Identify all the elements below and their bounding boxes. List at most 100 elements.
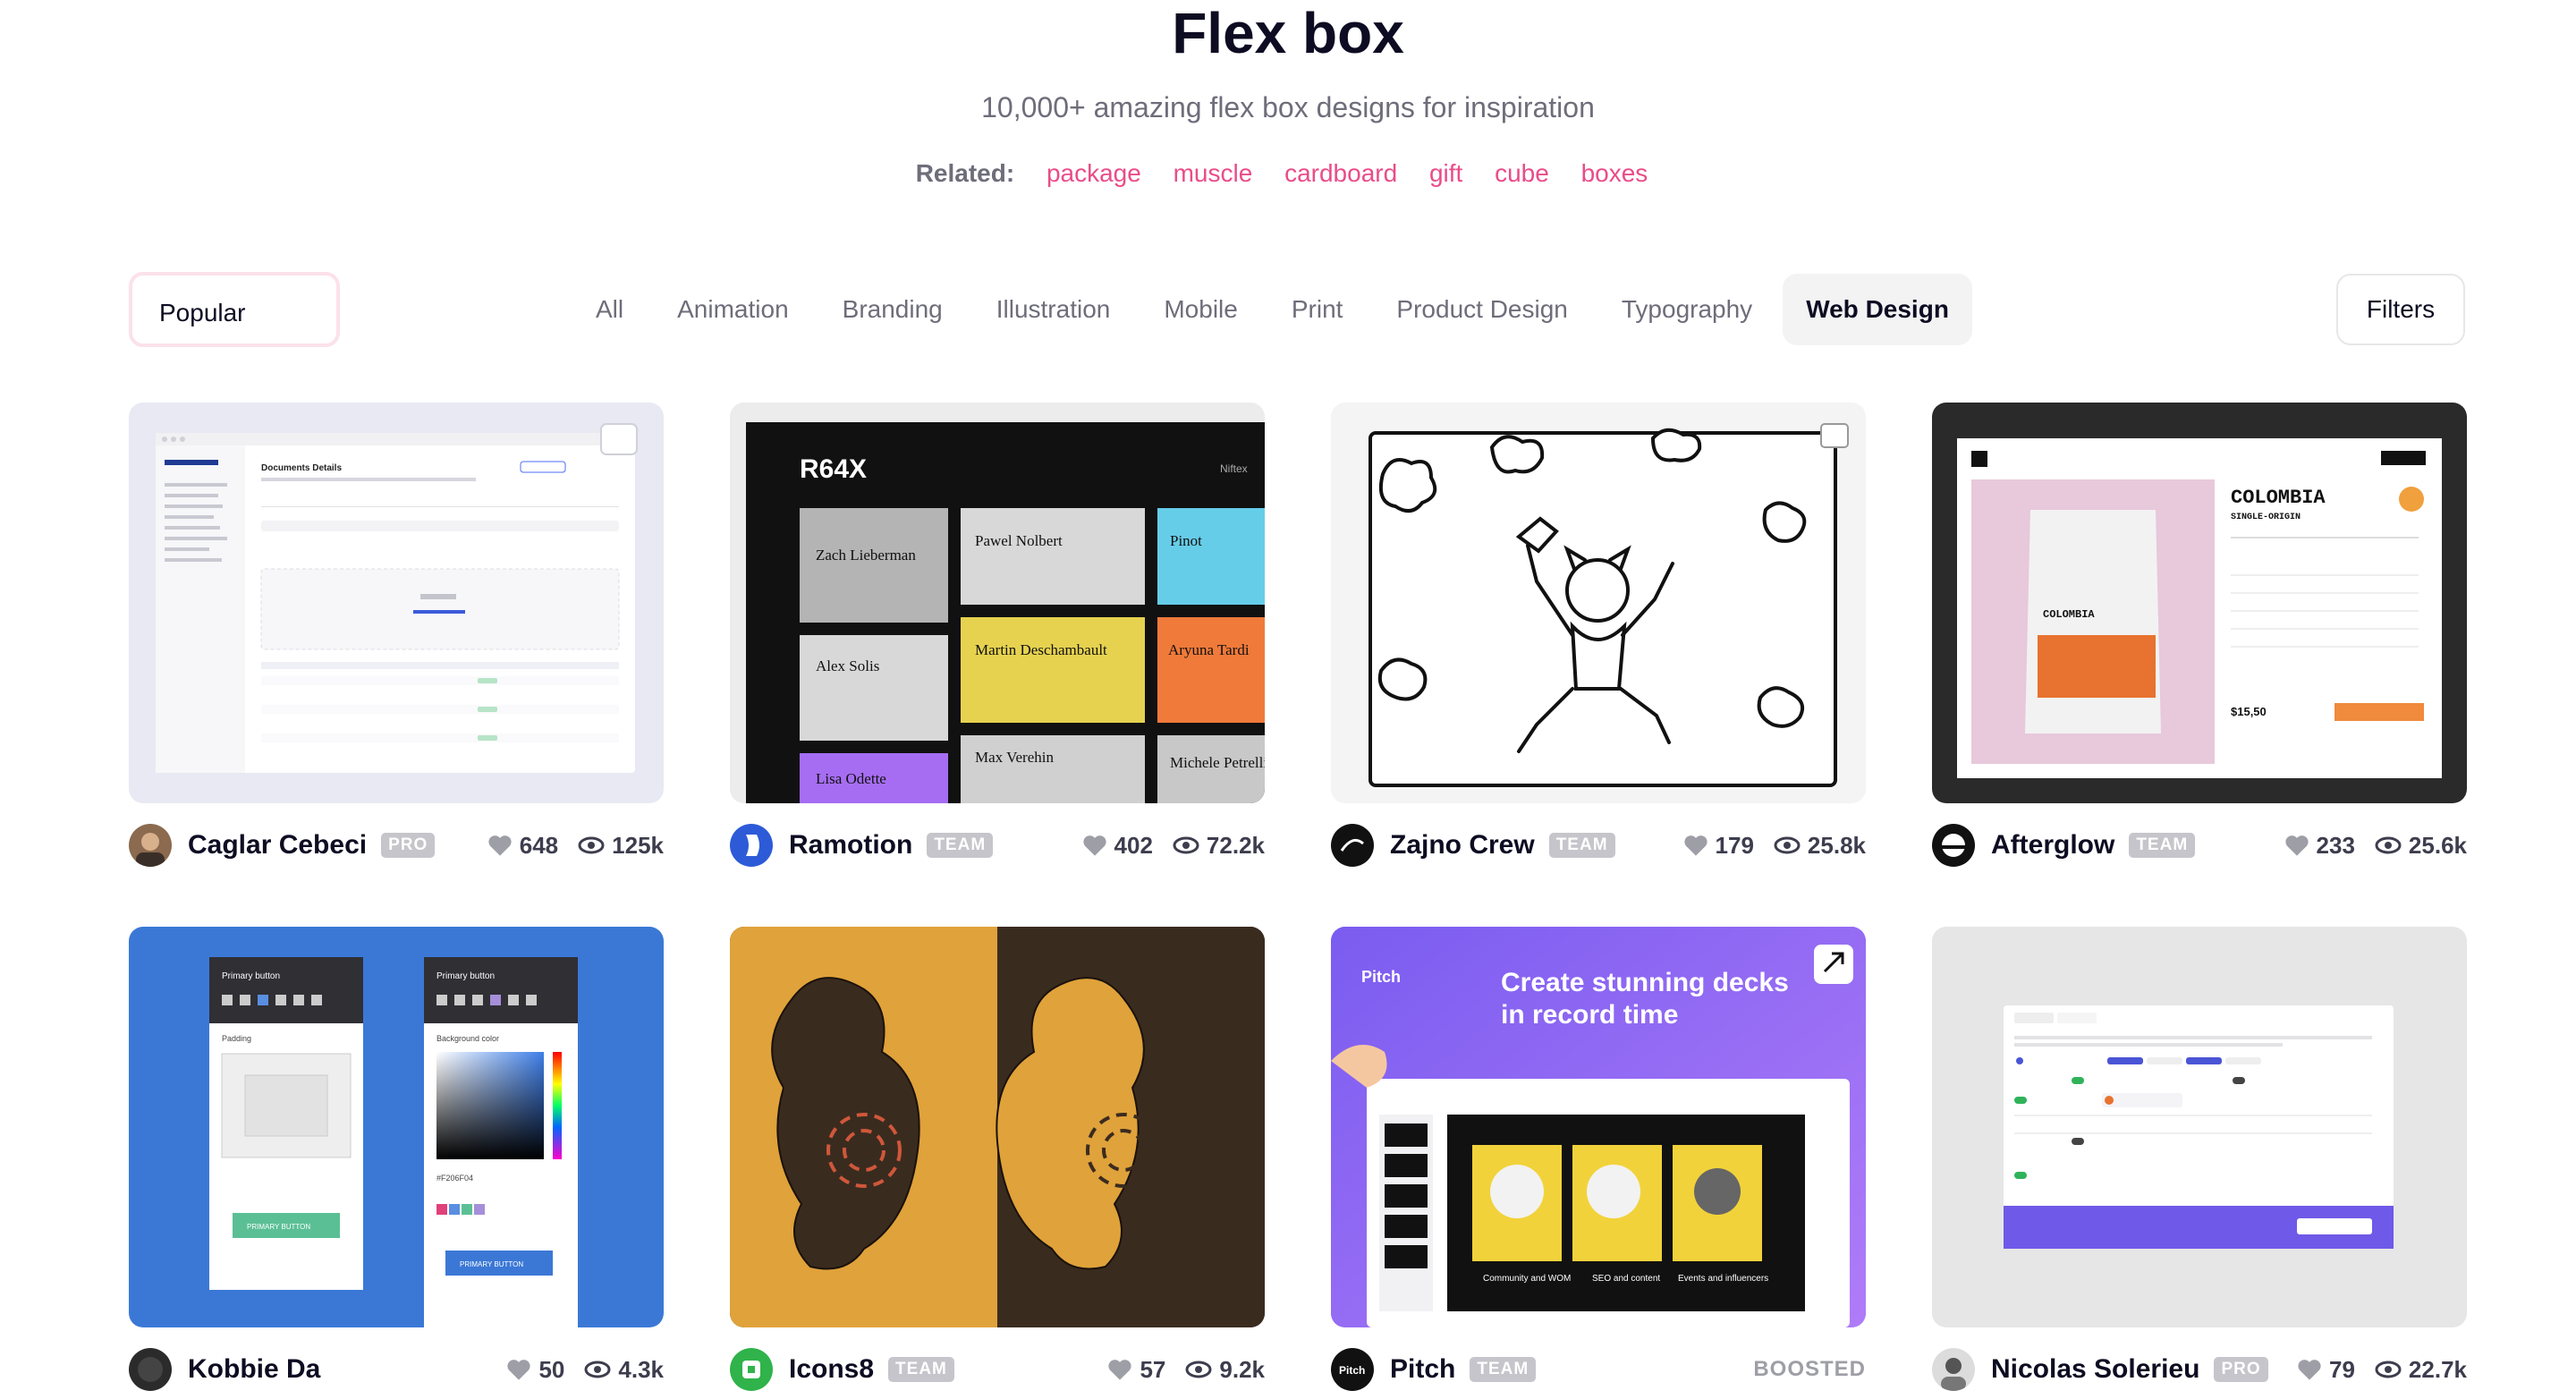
svg-text:COLOMBIA: COLOMBIA [2043, 608, 2095, 621]
shot-thumbnail[interactable]: COLOMBIA COLOMBIA SINGLE-ORIGIN $15,50 [1932, 403, 2467, 803]
related-label: Related: [915, 159, 1015, 187]
author-name[interactable]: Icons8 [789, 1354, 874, 1385]
tab-mobile[interactable]: Mobile [1140, 274, 1260, 345]
likes-count[interactable]: 79 [2297, 1356, 2355, 1384]
shot-thumbnail[interactable]: Documents Details [129, 403, 664, 803]
views-count: 125k [578, 832, 664, 860]
pro-badge: PRO [2214, 1357, 2268, 1382]
shot-thumbnail[interactable]: Pitch Create stunning decks in record ti… [1331, 927, 1866, 1327]
related-link-boxes[interactable]: boxes [1581, 159, 1648, 187]
avatar[interactable] [129, 1348, 172, 1391]
related-link-muscle[interactable]: muscle [1174, 159, 1253, 187]
author-name[interactable]: Ramotion [789, 830, 912, 861]
svg-text:Padding: Padding [222, 1034, 251, 1043]
heart-icon [1108, 1360, 1132, 1380]
shot-meta: Kobbie Da 50 4.3k [129, 1347, 664, 1392]
shot-thumbnail[interactable] [730, 927, 1265, 1327]
shot-meta: Pitch Pitch TEAM BOOSTED [1331, 1347, 1866, 1392]
heart-icon [1082, 835, 1106, 856]
tab-animation[interactable]: Animation [654, 274, 812, 345]
svg-text:Max Verehin: Max Verehin [975, 749, 1054, 766]
svg-text:Background color: Background color [436, 1034, 499, 1043]
svg-text:Michele Petrelli: Michele Petrelli [1170, 754, 1265, 771]
tab-typography[interactable]: Typography [1598, 274, 1775, 345]
dashboard-preview-image: Documents Details [156, 423, 638, 773]
author-name[interactable]: Afterglow [1991, 830, 2114, 861]
shot-meta: Ramotion TEAM 402 72.2k [730, 823, 1265, 868]
coffee-product-image: COLOMBIA COLOMBIA SINGLE-ORIGIN $15,50 [1957, 438, 2442, 778]
icons8-logo-icon [742, 1361, 760, 1378]
author-name[interactable]: Nicolas Solerieu [1991, 1354, 2199, 1385]
avatar[interactable]: Pitch [1331, 1348, 1374, 1391]
svg-text:SINGLE-ORIGIN: SINGLE-ORIGIN [2231, 513, 2301, 522]
likes-count[interactable]: 648 [487, 832, 558, 860]
likes-count[interactable]: 50 [506, 1356, 564, 1384]
related-link-cube[interactable]: cube [1495, 159, 1549, 187]
likes-count[interactable]: 233 [2284, 832, 2355, 860]
avatar[interactable] [129, 824, 172, 867]
tab-branding[interactable]: Branding [819, 274, 966, 345]
related-link-cardboard[interactable]: cardboard [1284, 159, 1397, 187]
avatar[interactable] [730, 1348, 773, 1391]
svg-text:R64X: R64X [800, 454, 867, 484]
team-badge: TEAM [2129, 833, 2196, 858]
tab-illustration[interactable]: Illustration [973, 274, 1134, 345]
svg-text:PRIMARY BUTTON: PRIMARY BUTTON [247, 1223, 310, 1231]
views-count: 22.7k [2375, 1356, 2467, 1384]
shot-thumbnail[interactable]: Primary button Padding PRIMARY BUTTON Pr… [129, 927, 664, 1327]
tab-all[interactable]: All [572, 274, 647, 345]
likes-count[interactable]: 179 [1683, 832, 1754, 860]
team-badge: TEAM [1470, 1357, 1537, 1382]
svg-text:Primary button: Primary button [436, 971, 495, 981]
views-count: 72.2k [1173, 832, 1265, 860]
shot-thumbnail[interactable] [1932, 927, 2467, 1327]
eye-icon [2375, 1361, 2402, 1378]
shot-thumbnail[interactable] [1331, 403, 1866, 803]
shot-stats: 233 25.6k [2265, 832, 2467, 860]
author-name[interactable]: Zajno Crew [1390, 830, 1535, 861]
avatar[interactable] [730, 824, 773, 867]
nft-gallery-image: R64X Niftex Zach Lieberman Pawel Nolbert… [746, 422, 1265, 803]
doc-title-text: Documents Details [261, 463, 342, 473]
svg-text:PRIMARY BUTTON: PRIMARY BUTTON [460, 1260, 523, 1268]
pro-badge: PRO [381, 833, 436, 858]
sort-dropdown[interactable]: Popular [129, 272, 340, 347]
team-badge: TEAM [927, 833, 994, 858]
heart-icon [2298, 1360, 2321, 1380]
likes-count[interactable]: 57 [1107, 1356, 1165, 1384]
shot-stats: 50 4.3k [487, 1356, 664, 1384]
ramotion-logo-icon [746, 835, 759, 856]
team-badge: TEAM [1548, 833, 1615, 858]
design-tool-panel-image: Primary button Padding PRIMARY BUTTON Pr… [209, 957, 578, 1327]
eye-icon [584, 1361, 611, 1378]
tab-web-design[interactable]: Web Design [1783, 274, 1972, 345]
svg-text:Pitch: Pitch [1361, 968, 1401, 986]
avatar-image [138, 1357, 163, 1382]
heart-icon [507, 1360, 531, 1380]
likes-count[interactable]: 402 [1082, 832, 1153, 860]
svg-text:Alex Solis: Alex Solis [816, 657, 879, 674]
author-name[interactable]: Pitch [1390, 1354, 1455, 1385]
svg-text:Events and influencers: Events and influencers [1678, 1274, 1768, 1284]
afterglow-logo-icon [1941, 834, 1966, 857]
svg-text:Primary button: Primary button [222, 971, 280, 981]
shot-thumbnail[interactable]: R64X Niftex Zach Lieberman Pawel Nolbert… [730, 403, 1265, 803]
shot-meta: Icons8 TEAM 57 9.2k [730, 1347, 1265, 1392]
tab-product-design[interactable]: Product Design [1373, 274, 1590, 345]
filters-button[interactable]: Filters [2336, 274, 2465, 345]
avatar-image [136, 833, 165, 867]
avatar[interactable] [1331, 824, 1374, 867]
author-name[interactable]: Caglar Cebeci [188, 830, 367, 861]
author-name[interactable]: Kobbie Da [188, 1354, 320, 1385]
tab-print[interactable]: Print [1268, 274, 1367, 345]
avatar[interactable] [1932, 824, 1975, 867]
broadcast-settings-image [2004, 1005, 2394, 1249]
page-title: Flex box [1172, 1, 1404, 65]
related-link-package[interactable]: package [1046, 159, 1141, 187]
related-link-gift[interactable]: gift [1429, 159, 1462, 187]
shot-stats: 648 125k [468, 832, 664, 860]
eye-icon [1185, 1361, 1212, 1378]
eye-icon [1173, 836, 1199, 854]
views-count: 4.3k [584, 1356, 664, 1384]
avatar[interactable] [1932, 1348, 1975, 1391]
